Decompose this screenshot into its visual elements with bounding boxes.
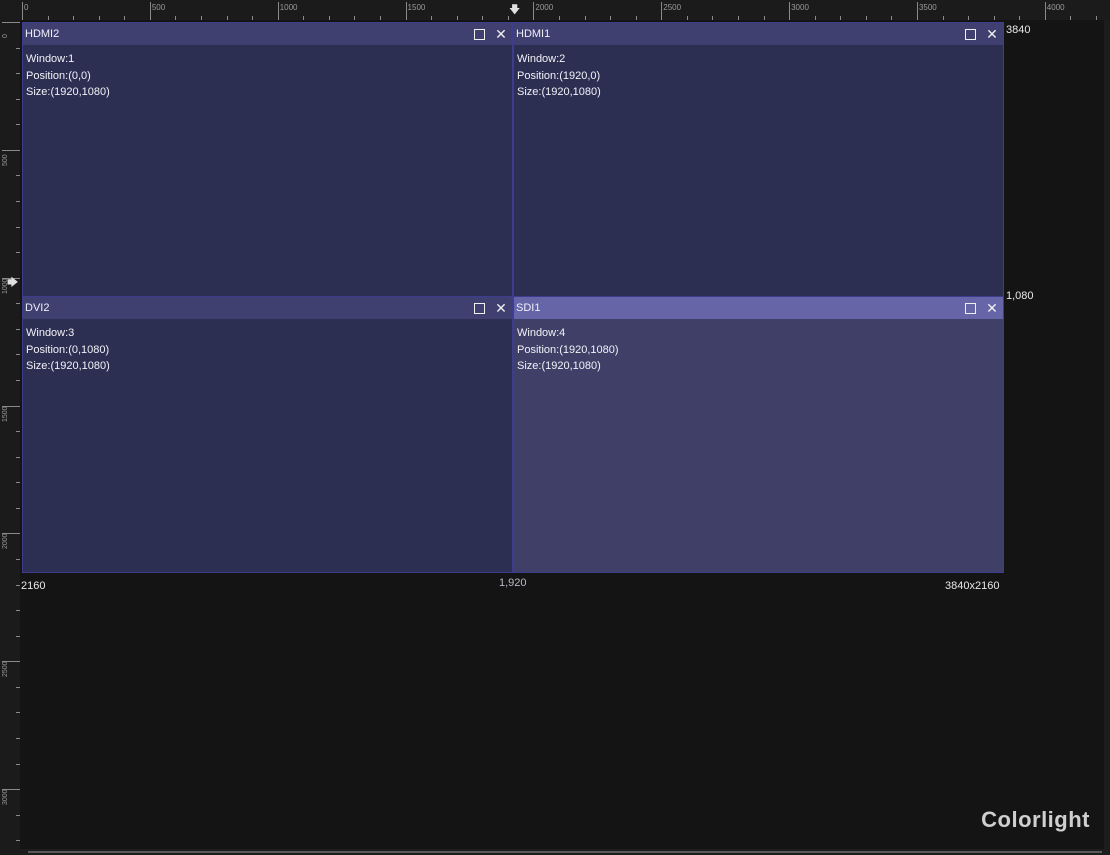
window-number: Window:2 <box>517 53 566 65</box>
layout-canvas[interactable]: HDMI2 ✕ Window:1 Position:(0,0) Size:(19… <box>20 20 1110 855</box>
ruler-label: 500 <box>151 3 166 12</box>
window-position: Position:(0,0) <box>26 69 91 82</box>
ruler-tick <box>533 2 535 20</box>
window-position: Position:(0,1080) <box>26 343 110 356</box>
ruler-tick <box>277 2 279 20</box>
close-button[interactable]: ✕ <box>981 297 1003 319</box>
ruler-label: 1000 <box>279 3 298 12</box>
close-icon: ✕ <box>495 25 507 42</box>
window-info: Window:2 Position:(1920,0) Size:(1920,10… <box>517 51 601 101</box>
maximize-icon <box>964 28 976 40</box>
canvas-width-label: 3840 <box>1006 24 1031 36</box>
window-title-bar[interactable]: SDI1 ✕ <box>514 297 1003 319</box>
close-button[interactable]: ✕ <box>490 23 512 45</box>
maximize-button[interactable] <box>468 23 490 45</box>
maximize-icon <box>473 302 485 314</box>
window-title-bar[interactable]: DVI2 ✕ <box>23 297 512 319</box>
window-info: Window:1 Position:(0,0) Size:(1920,1080) <box>26 51 110 101</box>
window-size: Size:(1920,1080) <box>26 86 110 98</box>
maximize-button[interactable] <box>959 297 981 319</box>
ruler-label: 3500 <box>918 3 937 12</box>
maximize-icon <box>473 28 485 40</box>
ruler-label: 2500 <box>2 661 9 678</box>
close-icon: ✕ <box>986 25 998 42</box>
ruler-tick <box>149 2 151 20</box>
window-number: Window:3 <box>26 327 75 339</box>
window-title: HDMI2 <box>25 28 60 40</box>
ruler-tick <box>405 2 407 20</box>
ruler-tick <box>916 2 918 20</box>
ruler-tick <box>22 2 23 20</box>
window-title-bar[interactable]: HDMI1 ✕ <box>514 23 1003 45</box>
canvas-height-label: 2160 <box>21 580 46 592</box>
window-title: DVI2 <box>25 302 50 314</box>
ruler-label: 3000 <box>791 3 809 12</box>
ruler-label: 2000 <box>2 533 9 550</box>
window-hdmi2[interactable]: HDMI2 ✕ Window:1 Position:(0,0) Size:(19… <box>22 22 513 298</box>
window-position: Position:(1920,1080) <box>517 343 619 356</box>
window-title-bar[interactable]: HDMI2 ✕ <box>23 23 512 45</box>
canvas-mid-height-label: 1,080 <box>1006 290 1034 302</box>
ruler-tick <box>789 2 791 20</box>
maximize-button[interactable] <box>468 297 490 319</box>
close-icon: ✕ <box>495 299 507 316</box>
window-size: Size:(1920,1080) <box>26 360 110 372</box>
ruler-label: 4000 <box>1046 3 1065 12</box>
ruler-tick <box>661 2 663 20</box>
window-info: Window:3 Position:(0,1080) Size:(1920,10… <box>26 325 110 375</box>
ruler-label: 0 <box>2 34 9 38</box>
close-button[interactable]: ✕ <box>981 23 1003 45</box>
window-position: Position:(1920,0) <box>517 69 601 82</box>
ruler-label: 3000 <box>2 789 9 806</box>
window-title: SDI1 <box>516 302 541 314</box>
window-hdmi1[interactable]: HDMI1 ✕ Window:2 Position:(1920,0) Size:… <box>513 22 1004 298</box>
window-sdi1[interactable]: SDI1 ✕ Window:4 Position:(1920,1080) Siz… <box>513 296 1004 573</box>
ruler-label: 500 <box>2 154 9 166</box>
window-number: Window:4 <box>517 327 566 339</box>
window-size: Size:(1920,1080) <box>517 86 601 98</box>
ruler-tick <box>2 22 20 23</box>
ruler-corner <box>0 0 20 20</box>
top-ruler[interactable]: 0 500 1000 1500 2000 2500 3000 3500 4000 <box>0 0 1110 20</box>
ruler-label: 1500 <box>407 3 426 12</box>
ruler-tick <box>2 149 20 151</box>
horizontal-scrollbar-thumb[interactable] <box>28 851 1102 853</box>
ruler-label: 2500 <box>663 3 682 12</box>
window-size: Size:(1920,1080) <box>517 360 601 372</box>
window-number: Window:1 <box>26 53 75 65</box>
maximize-icon <box>964 302 976 314</box>
window-info: Window:4 Position:(1920,1080) Size:(1920… <box>517 325 619 375</box>
vertical-scrollbar[interactable] <box>1104 20 1110 849</box>
top-ruler-marker-icon[interactable]: 🡇 <box>509 5 520 16</box>
ruler-tick <box>1044 2 1046 20</box>
left-ruler-marker-icon[interactable]: 🡆 <box>7 278 18 289</box>
ruler-label: 2000 <box>535 3 554 12</box>
maximize-button[interactable] <box>959 23 981 45</box>
left-ruler[interactable]: 0 500 1000 1500 2000 2500 3000 <box>0 0 20 855</box>
brand-watermark: Colorlight <box>981 807 1090 832</box>
window-dvi2[interactable]: DVI2 ✕ Window:3 Position:(0,1080) Size:(… <box>22 296 513 573</box>
close-icon: ✕ <box>986 299 998 316</box>
close-button[interactable]: ✕ <box>490 297 512 319</box>
horizontal-scrollbar[interactable] <box>20 849 1110 855</box>
canvas-mid-width-label: 1,920 <box>499 577 527 589</box>
ruler-label: 0 <box>24 3 29 12</box>
ruler-label: 1500 <box>2 405 9 422</box>
canvas-resolution-label: 3840x2160 <box>945 580 1000 592</box>
window-title: HDMI1 <box>516 28 551 40</box>
